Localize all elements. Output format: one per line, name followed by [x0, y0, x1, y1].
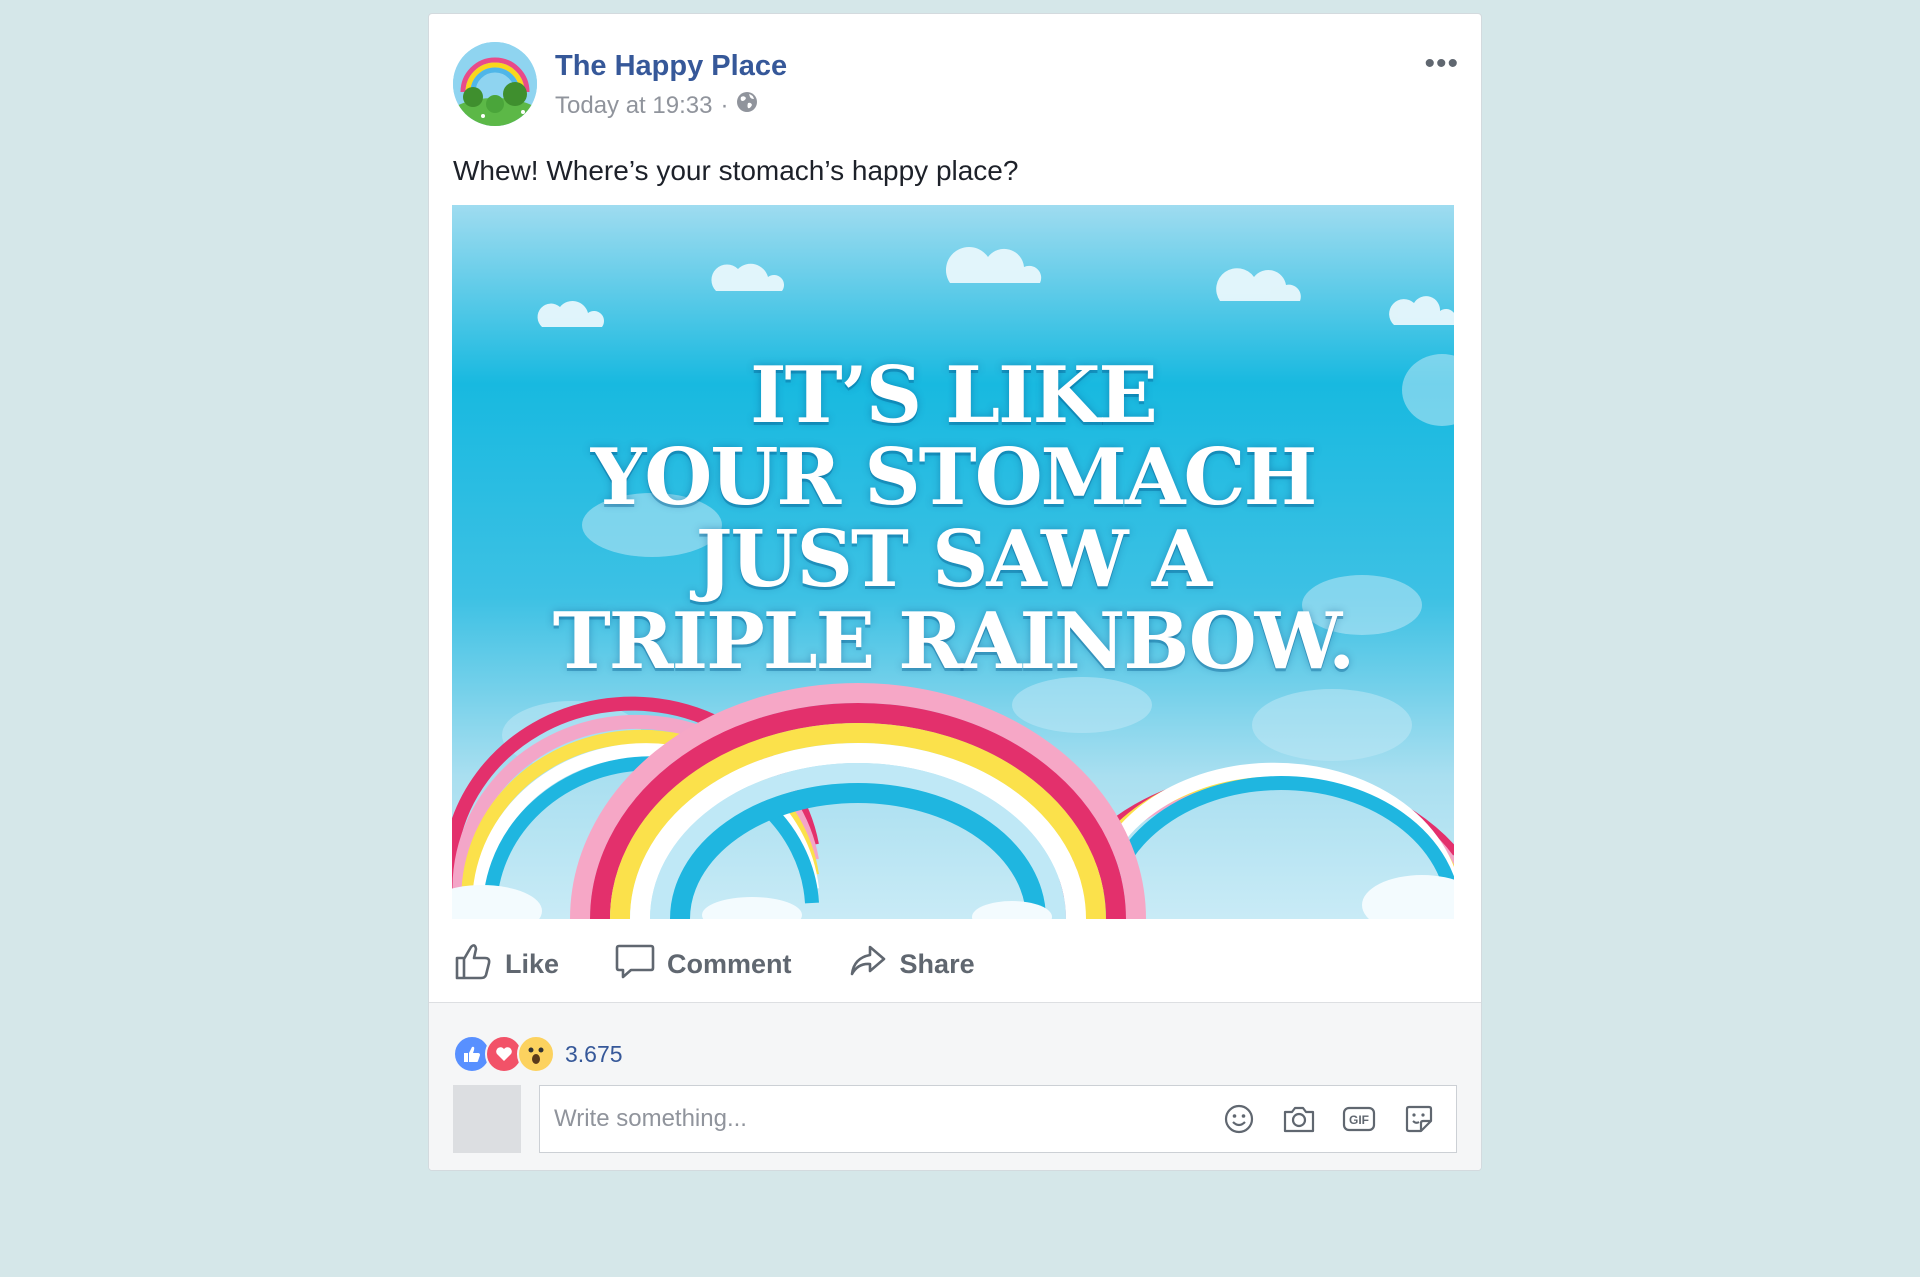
headline-line-1: IT’S LIKE [750, 350, 1158, 441]
post-footer: 3.675 GIF [429, 1002, 1481, 1170]
sticker-icon[interactable] [1402, 1102, 1436, 1136]
emoji-icon[interactable] [1222, 1102, 1256, 1136]
gif-icon[interactable]: GIF [1342, 1102, 1376, 1136]
more-options-button[interactable]: ••• [1424, 49, 1459, 79]
post-actions: Like Comment Share [453, 934, 1031, 994]
comment-button[interactable]: Comment [615, 934, 792, 994]
gif-label: GIF [1349, 1113, 1369, 1127]
post-timestamp[interactable]: Today at 19:33 [555, 92, 712, 120]
wow-reaction-icon [517, 1035, 555, 1073]
page-avatar[interactable] [453, 42, 537, 126]
post-card: The Happy Place Today at 19:33 · ••• Whe… [428, 13, 1482, 1171]
reaction-count[interactable]: 3.675 [565, 1041, 623, 1068]
page-name-link[interactable]: The Happy Place [555, 50, 787, 83]
composer-tools: GIF [1222, 1102, 1436, 1136]
meta-separator: · [720, 91, 729, 119]
reactions-summary[interactable]: 3.675 [453, 1035, 623, 1073]
camera-icon[interactable] [1282, 1102, 1316, 1136]
share-arrow-icon [848, 941, 888, 988]
thumbs-up-icon [453, 941, 493, 988]
headline-line-3: JUST SAW A [695, 514, 1213, 605]
globe-icon [736, 91, 758, 120]
user-avatar [453, 1085, 521, 1153]
comment-icon [615, 941, 655, 988]
comment-input[interactable] [552, 1104, 1222, 1134]
like-button[interactable]: Like [453, 934, 559, 994]
headline-line-4: TRIPLE RAINBOW. [552, 596, 1356, 687]
headline-line-2: YOUR STOMACH [590, 432, 1318, 523]
like-label: Like [505, 948, 560, 979]
share-button[interactable]: Share [848, 934, 975, 994]
share-label: Share [899, 948, 975, 979]
comment-label: Comment [667, 948, 792, 979]
image-headline: IT’S LIKE YOUR STOMACH JUST SAW A TRIPLE… [452, 355, 1454, 683]
post-text: Whew! Where’s your stomach’s happy place… [453, 155, 1019, 186]
comment-composer: GIF [539, 1085, 1457, 1153]
post-meta: Today at 19:33 · [555, 91, 758, 120]
post-image[interactable]: IT’S LIKE YOUR STOMACH JUST SAW A TRIPLE… [452, 205, 1454, 919]
